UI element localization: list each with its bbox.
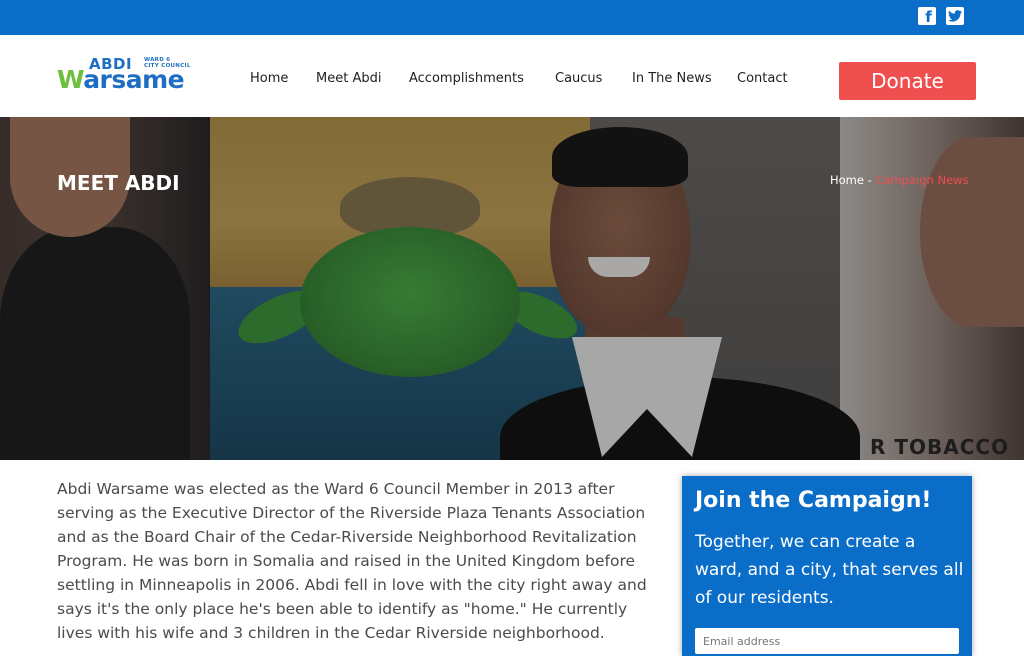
nav-accomplishments[interactable]: Accomplishments	[409, 71, 524, 86]
bio-paragraph: Abdi Warsame was elected as the Ward 6 C…	[57, 480, 647, 642]
social-bar: f	[0, 0, 1024, 35]
email-input[interactable]	[695, 628, 959, 654]
donate-button[interactable]: Donate	[839, 62, 976, 100]
twitter-bird-icon	[948, 10, 962, 22]
hero-overlay	[0, 117, 1024, 460]
site-header: ABDI WARD 6 CITY COUNCIL Warsame Home Me…	[0, 35, 1024, 117]
facebook-icon[interactable]: f	[918, 7, 936, 26]
breadcrumb-separator: -	[863, 173, 876, 187]
page-title: MEET ABDI	[57, 171, 180, 195]
hero-banner: R TOBACCO MEET ABDI Home - Campaign News	[0, 117, 1024, 460]
join-campaign-box: Join the Campaign! Together, we can crea…	[682, 476, 972, 656]
twitter-icon[interactable]	[946, 7, 964, 25]
nav-contact[interactable]: Contact	[737, 71, 788, 86]
nav-in-the-news[interactable]: In The News	[632, 71, 712, 86]
breadcrumb: Home - Campaign News	[830, 173, 969, 187]
nav-caucus[interactable]: Caucus	[555, 71, 602, 86]
breadcrumb-current: Campaign News	[875, 173, 969, 187]
join-title: Join the Campaign!	[695, 488, 932, 513]
nav-home[interactable]: Home	[250, 71, 288, 86]
join-text: Together, we can create a ward, and a ci…	[695, 532, 964, 608]
nav-meet-abdi[interactable]: Meet Abdi	[316, 71, 381, 86]
breadcrumb-home[interactable]: Home	[830, 173, 864, 187]
